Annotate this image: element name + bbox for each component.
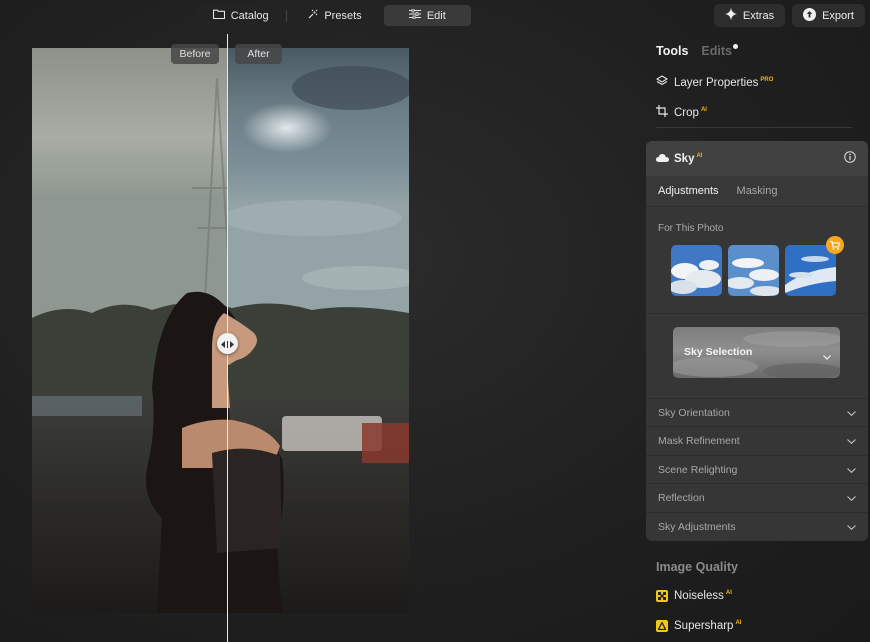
tab-edit-label: Edit bbox=[426, 9, 446, 22]
section-reflection[interactable]: Reflection bbox=[646, 483, 868, 511]
tab-presets[interactable]: Presets bbox=[287, 5, 381, 26]
tool-crop[interactable]: Crop AI bbox=[656, 105, 707, 120]
tool-layer-properties-label: Layer Properties bbox=[674, 76, 759, 89]
sky-thumbnail[interactable] bbox=[671, 245, 722, 296]
subtab-masking[interactable]: Masking bbox=[737, 185, 778, 197]
presets-icon bbox=[307, 9, 318, 23]
tool-crop-label: Crop bbox=[674, 106, 699, 119]
tab-catalog-label: Catalog bbox=[230, 9, 269, 22]
tab-catalog[interactable]: Catalog bbox=[195, 5, 286, 26]
ai-badge: AI bbox=[700, 106, 707, 113]
compare-handle[interactable] bbox=[217, 333, 238, 354]
panel-divider bbox=[656, 127, 852, 128]
image-quality-title: Image Quality bbox=[656, 560, 738, 574]
pro-badge: PRO bbox=[760, 76, 774, 83]
folder-icon bbox=[212, 9, 225, 22]
photo-image bbox=[32, 48, 409, 613]
before-label: Before bbox=[171, 44, 219, 64]
layers-icon bbox=[655, 75, 669, 90]
sky-ai-badge: AI bbox=[696, 152, 703, 159]
mode-switcher: Catalog Presets Edit bbox=[195, 4, 471, 27]
upload-icon bbox=[803, 7, 817, 24]
tab-edit[interactable]: Edit bbox=[383, 5, 471, 26]
shopping-cart-icon[interactable] bbox=[826, 236, 844, 254]
panel-tabs: Tools Edits bbox=[656, 44, 738, 58]
chevron-down-icon bbox=[847, 492, 856, 504]
tool-noiseless-label: Noiseless bbox=[674, 590, 724, 602]
section-label: Scene Relighting bbox=[658, 463, 738, 476]
tool-noiseless[interactable]: Noiseless AI bbox=[656, 590, 732, 602]
export-button[interactable]: Export bbox=[792, 4, 865, 27]
section-label: Reflection bbox=[658, 491, 705, 504]
chevron-down-icon bbox=[823, 347, 831, 365]
sky-header[interactable]: Sky AI bbox=[646, 141, 868, 176]
info-icon[interactable] bbox=[844, 150, 856, 168]
chevron-down-icon bbox=[847, 407, 856, 419]
after-label: After bbox=[235, 44, 282, 64]
subtab-adjustments[interactable]: Adjustments bbox=[658, 185, 719, 197]
drag-arrows-icon bbox=[221, 335, 234, 353]
section-label: Sky Orientation bbox=[658, 406, 730, 419]
ai-badge: AI bbox=[725, 590, 732, 597]
tool-supersharp-label: Supersharp bbox=[674, 620, 734, 632]
section-sky-orientation[interactable]: Sky Orientation bbox=[646, 398, 868, 426]
section-mask-refinement[interactable]: Mask Refinement bbox=[646, 426, 868, 454]
cloud-icon bbox=[656, 153, 669, 165]
tab-edits[interactable]: Edits bbox=[701, 44, 738, 58]
chevron-down-icon bbox=[847, 464, 856, 476]
tool-layer-properties[interactable]: Layer Properties PRO bbox=[655, 75, 774, 90]
sky-selection-label: Sky Selection bbox=[684, 346, 753, 358]
sky-section-divider bbox=[646, 313, 868, 314]
section-scene-relighting[interactable]: Scene Relighting bbox=[646, 455, 868, 483]
supersharp-icon bbox=[656, 620, 668, 632]
sparkle-icon bbox=[724, 8, 737, 23]
section-sky-adjustments[interactable]: Sky Adjustments bbox=[646, 512, 868, 540]
sliders-icon bbox=[408, 8, 421, 22]
sky-title: Sky bbox=[674, 152, 695, 165]
chevron-down-icon bbox=[847, 435, 856, 447]
chevron-down-icon bbox=[847, 521, 856, 533]
extras-label: Extras bbox=[742, 9, 775, 22]
noiseless-icon bbox=[656, 590, 668, 602]
export-label: Export bbox=[822, 9, 854, 22]
tab-presets-label: Presets bbox=[324, 9, 362, 22]
sky-selection-dropdown[interactable]: Sky Selection bbox=[673, 327, 840, 378]
sky-subtabs: Adjustments Masking bbox=[646, 176, 868, 207]
tab-edits-label: Edits bbox=[701, 44, 732, 58]
ai-badge: AI bbox=[735, 620, 742, 627]
section-label: Sky Adjustments bbox=[658, 520, 736, 533]
photo-canvas[interactable] bbox=[32, 48, 409, 613]
notification-dot bbox=[732, 44, 738, 49]
sky-thumbnail[interactable] bbox=[785, 245, 836, 296]
section-label: Mask Refinement bbox=[658, 434, 740, 447]
extras-button[interactable]: Extras bbox=[714, 4, 785, 27]
tab-tools[interactable]: Tools bbox=[656, 44, 688, 58]
tool-supersharp[interactable]: Supersharp AI bbox=[656, 620, 741, 632]
for-this-photo-label: For This Photo bbox=[658, 223, 724, 234]
crop-icon bbox=[656, 105, 668, 120]
sky-tool-card: Sky AI Adjustments Masking For This Photo… bbox=[646, 141, 868, 541]
sky-thumbnail[interactable] bbox=[728, 245, 779, 296]
